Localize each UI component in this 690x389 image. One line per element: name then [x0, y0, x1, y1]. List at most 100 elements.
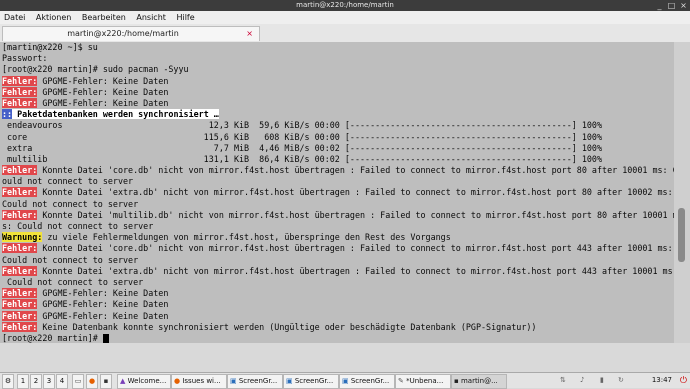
tray-network-icon[interactable]: ⇅ [560, 373, 566, 388]
endeavour-icon: ▲ [120, 377, 126, 385]
tab-close-icon[interactable]: × [246, 27, 253, 41]
terminal-text: Konnte Datei 'multilib.db' nicht von mir… [37, 209, 674, 220]
terminal-line: Could not connect to server [0, 277, 674, 288]
menu-bearbeiten[interactable]: Bearbeiten [82, 13, 126, 22]
tab-title: martin@x220:/home/martin [67, 29, 179, 38]
terminal-text: multilib 131,1 KiB 86,4 KiB/s 00:02 [---… [2, 153, 603, 164]
menu-datei[interactable]: Datei [4, 13, 25, 22]
terminal-task-icon: ▪ [454, 377, 459, 385]
minimize-button[interactable]: _ [655, 1, 664, 10]
terminal-line: [root@x220 martin]# sudo pacman -Syyu [0, 64, 674, 75]
menubar: Datei Aktionen Bearbeiten Ansicht Hilfe [0, 11, 690, 24]
terminal-text: Could not connect to server [2, 254, 139, 265]
terminal-line: multilib 131,1 KiB 86,4 KiB/s 00:02 [---… [0, 154, 674, 165]
terminal-text: Keine Datenbank konnte synchronisiert we… [37, 321, 537, 332]
error-label: Fehler: [2, 265, 38, 276]
error-label: Fehler: [2, 288, 38, 299]
window-titlebar: martin@x220:/home/martin _ □ × [0, 0, 690, 11]
tab-bar: martin@x220:/home/martin × [0, 24, 690, 43]
terminal-text: Passwort: [2, 53, 48, 64]
terminal-text: GPGME-Fehler: Keine Daten [37, 97, 169, 108]
menu-hilfe[interactable]: Hilfe [176, 13, 194, 22]
terminal-output[interactable]: [martin@x220 ~]$ su Passwort: [root@x220 m… [0, 42, 674, 343]
error-label: Fehler: [2, 310, 38, 321]
error-label: Fehler: [2, 209, 38, 220]
error-label: Fehler: [2, 97, 38, 108]
editor-icon: ✎ [398, 377, 404, 385]
tray-updates-icon[interactable]: ↻ [618, 373, 624, 388]
maximize-button[interactable]: □ [667, 1, 676, 10]
firefox-task-icon: ● [174, 377, 181, 385]
terminal-line: Fehler: GPGME-Fehler: Keine Daten [0, 86, 674, 98]
terminal-line: Fehler: Konnte Datei 'extra.db' nicht vo… [0, 187, 674, 198]
terminal-line: Fehler: Konnte Datei 'extra.db' nicht vo… [0, 265, 674, 277]
terminal-text: [root@x220 martin]# [2, 332, 103, 343]
terminal-scrollbar[interactable] [674, 42, 690, 343]
terminal-line: Fehler: Keine Datenbank konnte synchroni… [0, 321, 674, 333]
terminal-line: Fehler: GPGME-Fehler: Keine Daten [0, 97, 674, 109]
terminal-text: Konnte Datei 'extra.db' nicht von mirror… [37, 265, 674, 276]
terminal-line: Passwort: [0, 53, 674, 64]
terminal-text: :: [2, 109, 13, 120]
terminal-text: [root@x220 martin]# sudo pacman -Syyu [2, 64, 189, 75]
task-label: Welcome... [127, 377, 167, 385]
terminal-cursor [102, 333, 109, 343]
terminal-text: GPGME-Fehler: Keine Daten [37, 310, 169, 321]
terminal-line: [root@x220 martin]# [0, 333, 674, 343]
menu-ansicht[interactable]: Ansicht [136, 13, 166, 22]
window-title: martin@x220:/home/martin [296, 1, 394, 9]
terminal-tab[interactable]: martin@x220:/home/martin × [2, 26, 260, 41]
terminal-text: ould not connect to server [2, 176, 134, 187]
terminal-text: GPGME-Fehler: Keine Daten [37, 288, 169, 299]
terminal-line: Could not connect to server [0, 255, 674, 266]
clock[interactable]: 13:47 [652, 373, 672, 388]
close-window-button[interactable]: × [679, 1, 688, 10]
terminal-text: zu viele Fehlermeldungen von mirror.f4st… [42, 232, 451, 243]
terminal-line: Warnung: zu viele Fehlermeldungen von mi… [0, 232, 674, 243]
terminal-text: GPGME-Fehler: Keine Daten [37, 299, 169, 310]
terminal-text: s: Could not connect to server [2, 221, 154, 231]
error-label: Fehler: [2, 321, 38, 332]
task-label: ScreenGr... [238, 377, 278, 385]
task-label: Issues wi... [182, 377, 221, 385]
terminal-text: Konnte Datei 'core.db' nicht von mirror.… [37, 243, 673, 254]
terminal-line: Fehler: GPGME-Fehler: Keine Daten [0, 310, 674, 322]
terminal-line: extra 7,7 MiB 4,46 MiB/s 00:02 [--------… [0, 143, 674, 154]
terminal-text: extra 7,7 MiB 4,46 MiB/s 00:02 [--------… [2, 142, 603, 153]
terminal-line: Fehler: Konnte Datei 'multilib.db' nicht… [0, 209, 674, 221]
error-label: Fehler: [2, 86, 38, 97]
error-label: Fehler: [2, 187, 38, 198]
scrollbar-thumb[interactable] [678, 208, 685, 262]
terminal-text: GPGME-Fehler: Keine Daten [37, 86, 169, 97]
taskbar: ⚙ 1 2 3 4 ▭ ● ▪ ▲ Welcome... ● Issues wi… [0, 372, 690, 389]
terminal-text: endeavouros 12,3 KiB 59,6 KiB/s 00:00 [-… [2, 120, 603, 131]
tray-volume-icon[interactable]: ♪ [580, 373, 584, 388]
terminal-text: Could not connect to server [2, 276, 144, 287]
tray-battery-icon[interactable]: ▮ [600, 373, 604, 388]
error-label: Fehler: [2, 75, 38, 86]
terminal-text: core 115,6 KiB 608 KiB/s 00:00 [--------… [2, 131, 603, 142]
terminal-line: Fehler: GPGME-Fehler: Keine Daten [0, 288, 674, 299]
terminal-line: s: Could not connect to server [0, 221, 674, 232]
terminal-line: Fehler: Konnte Datei 'core.db' nicht von… [0, 243, 674, 254]
terminal-text: GPGME-Fehler: Keine Daten [37, 75, 169, 86]
terminal-line: Fehler: GPGME-Fehler: Keine Daten [0, 299, 674, 310]
terminal-line: endeavouros 12,3 KiB 59,6 KiB/s 00:00 [-… [0, 120, 674, 131]
error-label: Fehler: [2, 299, 38, 310]
terminal-text: [martin@x220 ~]$ su [2, 42, 98, 52]
terminal-line: core 115,6 KiB 608 KiB/s 00:00 [--------… [0, 132, 674, 143]
task-label: ScreenGr... [294, 377, 334, 385]
terminal-line: Fehler: Konnte Datei 'core.db' nicht von… [0, 165, 674, 176]
task-label: ScreenGr... [350, 377, 390, 385]
task-label: martin@... [460, 377, 498, 385]
terminal-line: Could not connect to server [0, 199, 674, 210]
error-label: Fehler: [2, 165, 38, 176]
terminal-text: Konnte Datei 'core.db' nicht von mirror.… [37, 165, 674, 176]
terminal-line: ould not connect to server [0, 176, 674, 187]
screengrab-icon: ▣ [342, 377, 349, 385]
terminal-line: :: Paketdatenbanken werden synchronisier… [0, 109, 674, 120]
menu-aktionen[interactable]: Aktionen [36, 13, 71, 22]
terminal-text: Konnte Datei 'extra.db' nicht von mirror… [37, 187, 673, 198]
terminal-text: Could not connect to server [2, 198, 139, 209]
terminal-line: [martin@x220 ~]$ su [0, 42, 674, 53]
